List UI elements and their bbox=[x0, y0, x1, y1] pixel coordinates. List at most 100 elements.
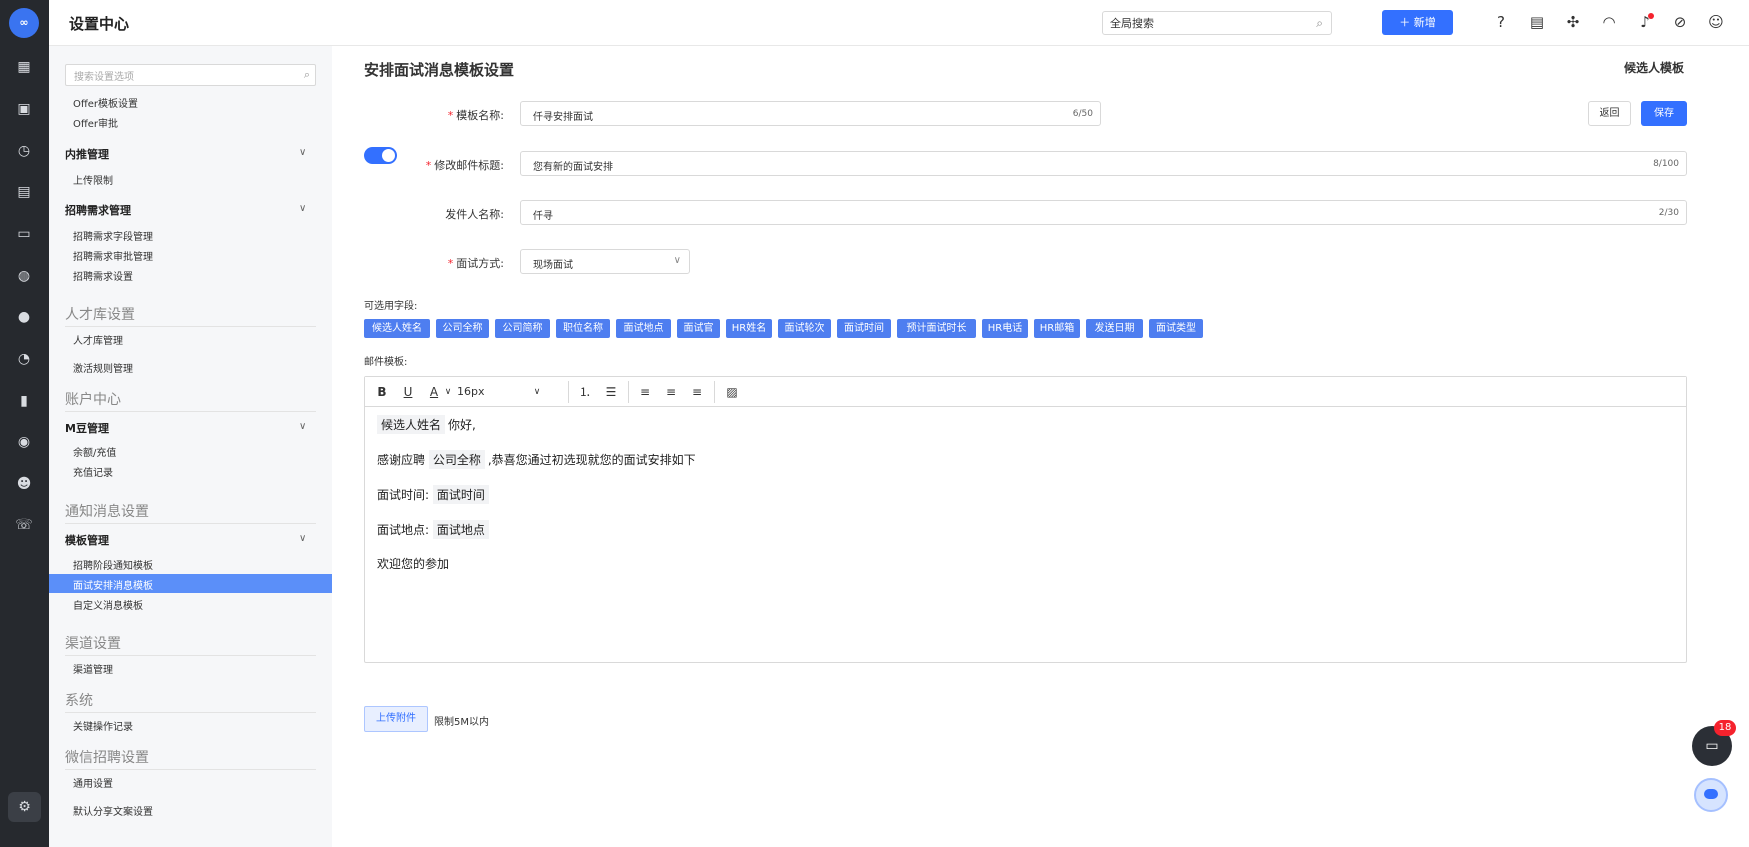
link-icon[interactable]: ⊘ bbox=[1670, 12, 1690, 32]
sidebar-group-referral[interactable]: 内推管理 bbox=[65, 146, 109, 162]
sidebar-item-upload-limit[interactable]: 上传限制 bbox=[73, 172, 113, 187]
help-icon[interactable]: ? bbox=[1491, 12, 1511, 32]
template-name-field[interactable]: 仟寻安排面试 6/50 bbox=[520, 101, 1101, 126]
field-chip[interactable]: 面试时间 bbox=[837, 319, 891, 338]
settings-search[interactable]: ⌕ bbox=[65, 64, 316, 88]
fields-label: 可选用字段: bbox=[364, 301, 418, 312]
sidebar-item-demand-approval[interactable]: 招聘需求审批管理 bbox=[73, 248, 153, 263]
mail-editor[interactable]: B U A ∨ 16px ∨ ⒈ ☰ ≡ ≡ ≡ ▨ 候选人姓名 你好, 感谢应聘… bbox=[364, 376, 1687, 663]
field-chip[interactable]: 面试类型 bbox=[1149, 319, 1203, 338]
chevron-down-icon[interactable]: ∨ bbox=[443, 383, 453, 401]
chevron-down-icon[interactable]: ∨ bbox=[299, 147, 306, 158]
sidebar-item-balance[interactable]: 余额/充值 bbox=[73, 444, 116, 459]
user-icon[interactable]: ☺ bbox=[1706, 12, 1726, 32]
editor-line: 面试时间: 面试时间 bbox=[377, 485, 492, 504]
sidebar-group-mbean[interactable]: M豆管理 bbox=[65, 420, 109, 436]
sidebar-item-offer-template[interactable]: Offer模板设置 bbox=[73, 95, 138, 110]
field-chip[interactable]: 面试轮次 bbox=[778, 319, 831, 338]
field-chip[interactable]: HR姓名 bbox=[726, 319, 772, 338]
briefcase-icon[interactable]: ▣ bbox=[15, 100, 33, 118]
candidate-template-tab[interactable]: 候选人模板 bbox=[1624, 59, 1684, 76]
variable-tag: 面试地点 bbox=[432, 520, 489, 539]
global-search-input[interactable] bbox=[1110, 12, 1310, 35]
bookmark-icon[interactable]: ● bbox=[15, 308, 33, 326]
phone-icon[interactable]: ☏ bbox=[15, 516, 33, 534]
app-logo[interactable]: ∞ bbox=[9, 8, 39, 38]
main-content: 安排面试消息模板设置 候选人模板 * 模板名称: 仟寻安排面试 6/50 返回 保… bbox=[332, 46, 1749, 847]
people-icon[interactable]: ☻ bbox=[15, 475, 33, 493]
sender-name-field[interactable]: 仟寻 2/30 bbox=[520, 200, 1687, 225]
new-button[interactable]: ＋ 新增 bbox=[1382, 10, 1453, 35]
settings-search-input[interactable] bbox=[74, 67, 294, 88]
divider bbox=[714, 381, 715, 403]
chevron-down-icon[interactable]: ∨ bbox=[299, 533, 306, 544]
sidebar-item-offer-approval[interactable]: Offer审批 bbox=[73, 115, 118, 130]
image-icon[interactable]: ▨ bbox=[723, 383, 741, 401]
bullet-list-icon[interactable]: ☰ bbox=[603, 383, 619, 401]
font-color-icon[interactable]: A bbox=[427, 383, 441, 401]
back-button[interactable]: 返回 bbox=[1588, 101, 1631, 126]
dashboard-icon[interactable]: ▦ bbox=[15, 58, 33, 76]
sidebar-item-recharge-log[interactable]: 充值记录 bbox=[73, 464, 113, 479]
sidebar-group-demand[interactable]: 招聘需求管理 bbox=[65, 202, 131, 218]
sidebar-group-template[interactable]: 模板管理 bbox=[65, 532, 109, 548]
sidebar-item-demand-fields[interactable]: 招聘需求字段管理 bbox=[73, 228, 153, 243]
sidebar-item-demand-settings[interactable]: 招聘需求设置 bbox=[73, 268, 133, 283]
field-chip[interactable]: 面试官 bbox=[677, 319, 720, 338]
divider bbox=[65, 326, 316, 327]
compass-icon[interactable]: ◉ bbox=[15, 433, 33, 451]
field-chip[interactable]: 公司全称 bbox=[436, 319, 489, 338]
field-chip[interactable]: 预计面试时长 bbox=[897, 319, 976, 338]
underline-icon[interactable]: U bbox=[401, 383, 415, 401]
field-chip[interactable]: 面试地点 bbox=[616, 319, 671, 338]
sidebar-item-talent-manage[interactable]: 人才库管理 bbox=[73, 332, 123, 347]
sidebar-item-channel-manage[interactable]: 渠道管理 bbox=[73, 661, 113, 676]
align-right-icon[interactable]: ≡ bbox=[689, 383, 705, 401]
id-card-icon[interactable]: ▭ bbox=[15, 225, 33, 243]
editor-toolbar: B U A ∨ 16px ∨ ⒈ ☰ ≡ ≡ ≡ ▨ bbox=[365, 377, 1686, 407]
mail-subject-value: 您有新的面试安排 bbox=[533, 162, 613, 173]
sidebar-item-share-copy[interactable]: 默认分享文案设置 bbox=[73, 803, 153, 818]
char-count: 2/30 bbox=[1658, 208, 1679, 218]
field-chip[interactable]: 职位名称 bbox=[556, 319, 610, 338]
sidebar-item-activation-rules[interactable]: 激活规则管理 bbox=[73, 360, 133, 375]
interview-mode-select[interactable]: 现场面试 ∨ bbox=[520, 249, 690, 274]
global-search[interactable]: ⌕ bbox=[1102, 11, 1332, 35]
divider bbox=[65, 523, 316, 524]
mail-subject-field[interactable]: 您有新的面试安排 8/100 bbox=[520, 151, 1687, 176]
sidebar-item-general[interactable]: 通用设置 bbox=[73, 775, 113, 790]
headset-icon[interactable]: ◠ bbox=[1599, 12, 1619, 32]
field-chip[interactable]: 发送日期 bbox=[1086, 319, 1143, 338]
save-button[interactable]: 保存 bbox=[1641, 101, 1687, 126]
sidebar-item-interview-template[interactable]: 面试安排消息模板 bbox=[49, 574, 332, 593]
plugin-icon[interactable]: ✣ bbox=[1563, 12, 1583, 32]
font-size-select[interactable]: 16px bbox=[457, 383, 537, 401]
sidebar-item-key-op-log[interactable]: 关键操作记录 bbox=[73, 718, 133, 733]
interview-mode-label: * 面试方式: bbox=[447, 257, 504, 270]
variable-tag: 公司全称 bbox=[428, 450, 485, 469]
clock-doc-icon[interactable]: ◷ bbox=[15, 142, 33, 160]
sender-name-label: 发件人名称: bbox=[445, 208, 504, 221]
template-name-value: 仟寻安排面试 bbox=[533, 112, 593, 123]
ordered-list-icon[interactable]: ⒈ bbox=[577, 383, 593, 401]
document-icon[interactable]: ▤ bbox=[1527, 12, 1547, 32]
settings-icon[interactable]: ⚙ bbox=[8, 792, 41, 822]
chevron-down-icon[interactable]: ∨ bbox=[299, 203, 306, 214]
field-chip[interactable]: 候选人姓名 bbox=[364, 319, 430, 338]
assistant-bot-icon[interactable] bbox=[1694, 778, 1728, 812]
align-left-icon[interactable]: ≡ bbox=[637, 383, 653, 401]
field-chip[interactable]: 公司简称 bbox=[495, 319, 550, 338]
chevron-down-icon[interactable]: ∨ bbox=[299, 421, 306, 432]
field-chip[interactable]: HR邮箱 bbox=[1034, 319, 1080, 338]
upload-attachment-button[interactable]: 上传附件 bbox=[364, 706, 428, 732]
bar-chart-icon[interactable]: ▮ bbox=[15, 392, 33, 410]
align-center-icon[interactable]: ≡ bbox=[663, 383, 679, 401]
bold-icon[interactable]: B bbox=[375, 383, 389, 401]
pie-chart-icon[interactable]: ◔ bbox=[15, 350, 33, 368]
field-chip[interactable]: HR电话 bbox=[982, 319, 1028, 338]
sidebar-item-custom-template[interactable]: 自定义消息模板 bbox=[73, 597, 143, 612]
sidebar-item-stage-template[interactable]: 招聘阶段通知模板 bbox=[73, 557, 153, 572]
calendar-icon[interactable]: ▤ bbox=[15, 183, 33, 201]
wechat-icon[interactable]: ◍ bbox=[15, 267, 33, 285]
chevron-down-icon[interactable]: ∨ bbox=[531, 383, 543, 401]
